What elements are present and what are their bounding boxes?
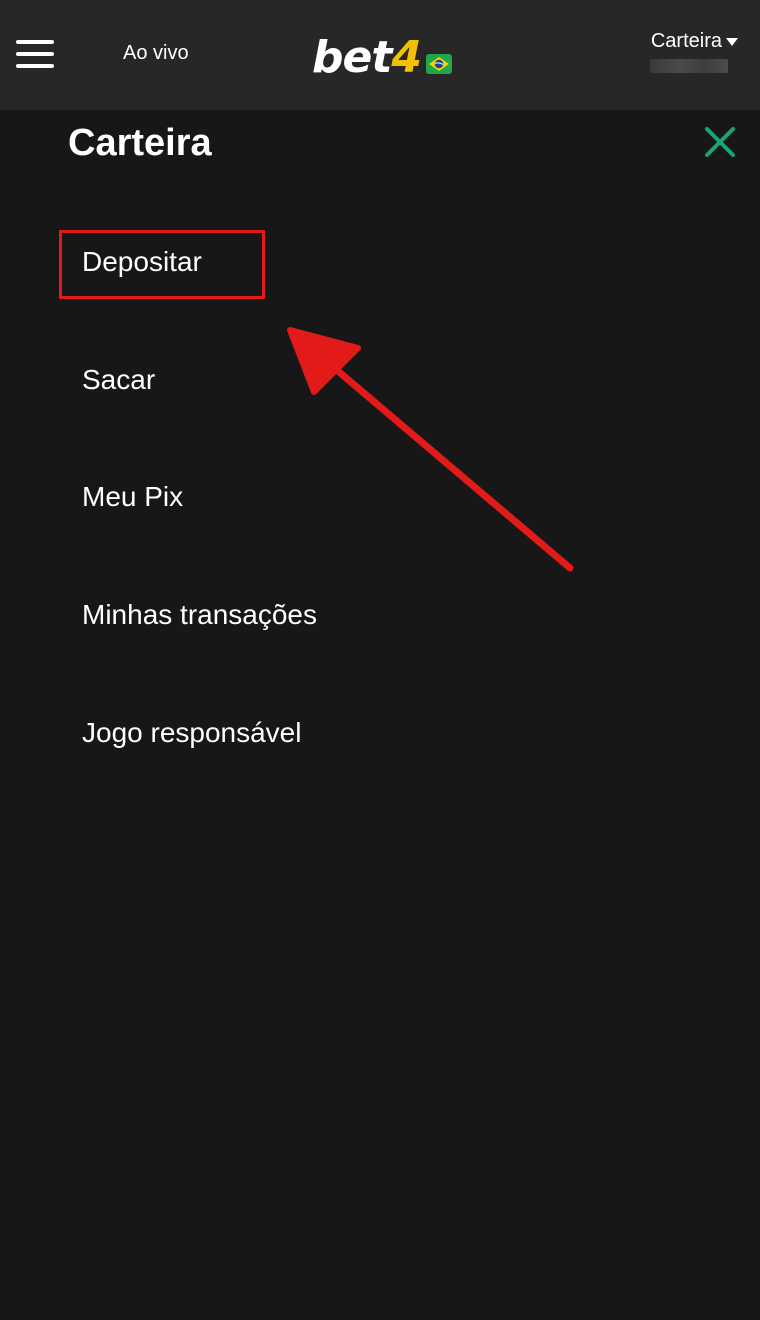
menu-item-minhas-transacoes[interactable]: Minhas transações <box>82 599 317 631</box>
annotation-highlight-box <box>59 230 265 299</box>
annotation-arrow-icon <box>287 327 574 572</box>
brazil-flag-icon <box>426 54 452 74</box>
hamburger-line <box>16 52 54 56</box>
menu-item-meu-pix[interactable]: Meu Pix <box>82 481 183 513</box>
live-link[interactable]: Ao vivo <box>123 42 189 65</box>
logo-text-main: bet <box>312 32 392 83</box>
wallet-dropdown-button[interactable]: Carteira <box>651 30 738 53</box>
hamburger-menu-icon[interactable] <box>16 38 54 72</box>
close-icon[interactable] <box>702 124 738 160</box>
bet4-logo[interactable]: bet 4 <box>312 28 452 80</box>
caret-down-icon <box>726 37 738 46</box>
menu-item-jogo-responsavel[interactable]: Jogo responsável <box>82 717 301 749</box>
menu-item-sacar[interactable]: Sacar <box>82 364 155 396</box>
hamburger-line <box>16 40 54 44</box>
logo-text-accent: 4 <box>391 32 422 83</box>
top-bar: Ao vivo bet 4 Carteira <box>0 0 760 110</box>
page-title: Carteira <box>68 122 212 164</box>
hamburger-line <box>16 64 54 68</box>
balance-redacted <box>650 59 728 73</box>
wallet-dropdown-label: Carteira <box>650 30 722 52</box>
